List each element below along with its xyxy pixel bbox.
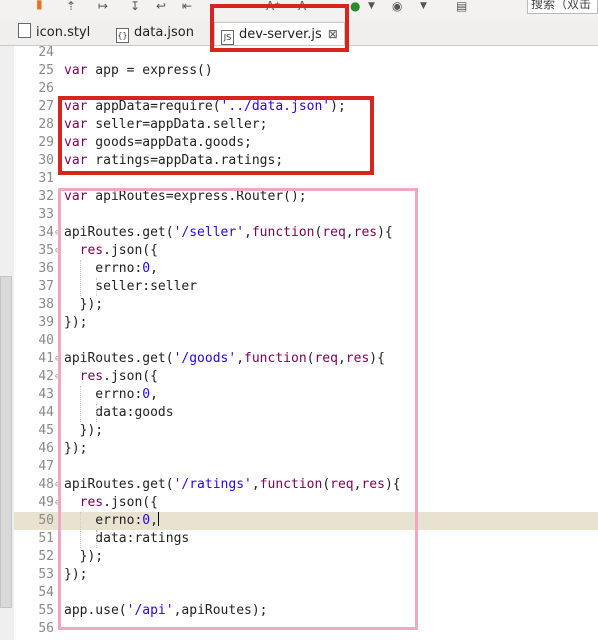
line-number: 30: [38, 153, 54, 168]
line-number: 34: [38, 225, 54, 240]
run-icon[interactable]: ●: [350, 0, 360, 12]
line-number: 35: [38, 243, 54, 258]
back-icon[interactable]: ↩: [156, 0, 166, 12]
line-number: 48: [38, 477, 54, 492]
globe-icon[interactable]: ◉: [392, 0, 402, 12]
line-number: 47: [38, 459, 54, 474]
left-panel-edge: [0, 46, 14, 640]
line-number: 37: [38, 279, 54, 294]
line-number: 29: [38, 135, 54, 150]
file-icon: [18, 23, 31, 38]
line-number: 54: [38, 585, 54, 600]
annotation-box-appdata: [58, 96, 374, 175]
line-number: 49: [38, 495, 54, 510]
line-number: 33: [38, 207, 54, 222]
line-number: 40: [38, 333, 54, 348]
back-icon[interactable]: ⇤: [182, 0, 192, 12]
dropdown-icon[interactable]: ▼: [420, 0, 427, 12]
search-input[interactable]: 搜索（双击: [527, 0, 598, 14]
line-number: 26: [38, 81, 54, 96]
line-number: 56: [38, 621, 54, 636]
json-icon: {}: [116, 28, 129, 43]
line-number: 28: [38, 117, 54, 132]
line-number: 53: [38, 567, 54, 582]
upload-icon[interactable]: ⇡: [66, 0, 76, 12]
tab-label: data.json: [134, 25, 194, 40]
line-number: 25: [38, 63, 54, 78]
step-icon[interactable]: ↧: [130, 0, 140, 12]
book-icon[interactable]: ▤: [456, 0, 467, 12]
line-number: 43: [38, 387, 54, 402]
line-number: 52: [38, 549, 54, 564]
step-icon[interactable]: ↦: [98, 0, 108, 12]
line-number: 44: [38, 405, 54, 420]
line-number: 38: [38, 297, 54, 312]
line-number: 41: [38, 351, 54, 366]
line-number: 32: [38, 189, 54, 204]
tab-label: icon.styl: [36, 25, 91, 40]
code-text: var app = express(): [64, 63, 213, 78]
line-number: 55: [38, 603, 54, 618]
line-number: 46: [38, 441, 54, 456]
line-number: 45: [38, 423, 54, 438]
code-line[interactable]: 25 var app = express(): [14, 62, 598, 80]
tab-data-json[interactable]: {} data.json: [116, 22, 194, 44]
tab-icon-styl[interactable]: icon.styl: [18, 22, 90, 44]
line-number: 27: [38, 99, 54, 114]
line-number: 24: [38, 45, 54, 60]
line-number: 31: [38, 171, 54, 186]
bookmark-icon[interactable]: ▮: [36, 0, 43, 10]
line-number: 42: [38, 369, 54, 384]
dropdown-icon[interactable]: ▼: [368, 0, 375, 12]
line-number: 50: [38, 513, 54, 528]
line-number: 39: [38, 315, 54, 330]
line-number: 36: [38, 261, 54, 276]
annotation-box-routes: [58, 188, 418, 630]
scrollbar[interactable]: [0, 276, 12, 608]
annotation-box-tab: [210, 4, 349, 52]
line-number: 51: [38, 531, 54, 546]
